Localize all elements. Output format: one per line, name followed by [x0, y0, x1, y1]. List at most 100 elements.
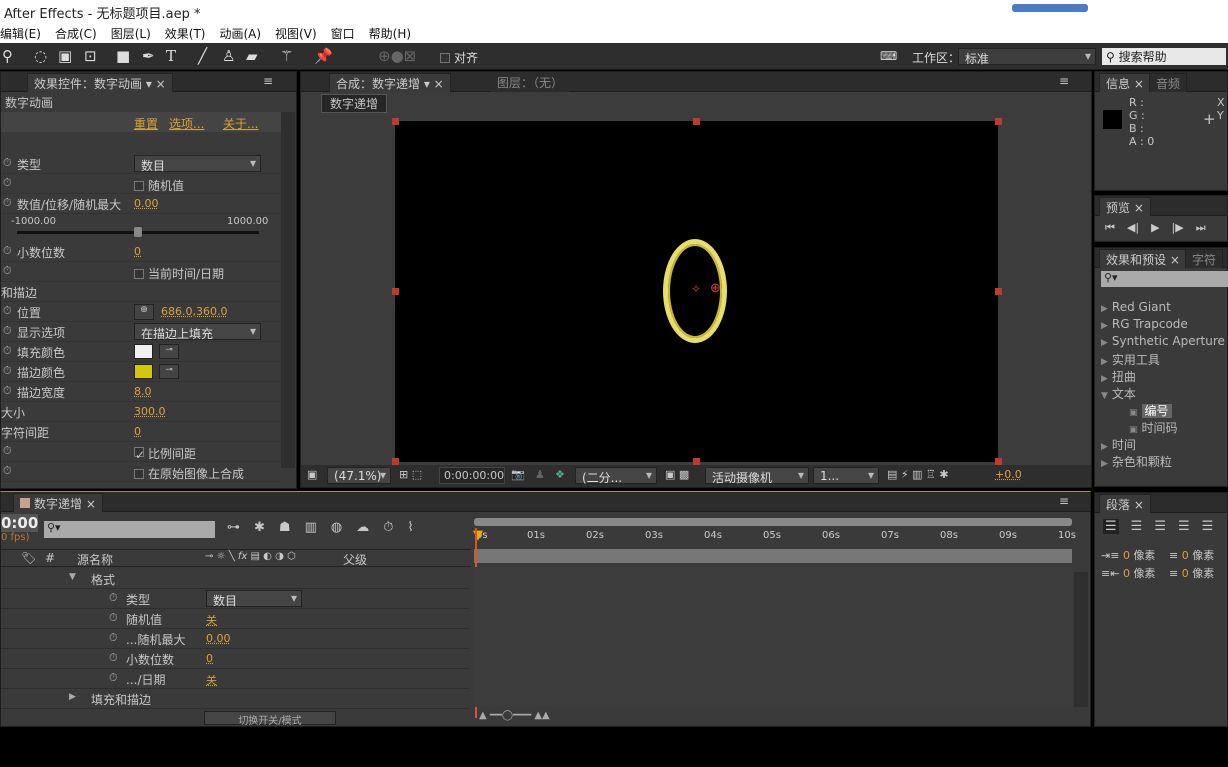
property-value[interactable]: 关	[206, 612, 217, 628]
window-controls[interactable]	[1012, 4, 1088, 12]
stopwatch-icon[interactable]: ⏱	[3, 344, 12, 358]
stopwatch-icon[interactable]: ⏱	[3, 244, 12, 258]
menu-view[interactable]: 视图(V)	[275, 25, 317, 43]
camera-select[interactable]: 活动摄像机	[705, 467, 809, 485]
axis-mode-icons[interactable]: ⊕●⊠	[378, 47, 416, 65]
pen-tool-icon[interactable]: ✒	[142, 47, 155, 65]
work-area-bar[interactable]	[474, 518, 1072, 526]
stopwatch-icon[interactable]: ⏱	[109, 591, 118, 605]
brush-tool-icon[interactable]: ╱	[198, 47, 207, 65]
workspace-select[interactable]: 标准	[958, 48, 1096, 66]
property-value[interactable]: 8.0	[134, 385, 152, 398]
snapshot-icon[interactable]: 📷	[511, 468, 525, 481]
puppet-pin-tool-icon[interactable]: 📌	[314, 47, 333, 65]
expand-icon[interactable]: ▶	[1101, 338, 1108, 348]
rectangle-tool-icon[interactable]: ■	[116, 47, 130, 65]
stopwatch-icon[interactable]: ⏱	[109, 611, 118, 625]
help-search-input[interactable]: ⚲ 搜索帮助	[1102, 48, 1226, 65]
property-value[interactable]: 686.0,360.0	[161, 305, 227, 318]
zoom-tool-icon[interactable]: ⚲	[2, 47, 13, 65]
composition-mini-flowchart-icon[interactable]: ⊶	[227, 520, 240, 535]
shy-layers-icon[interactable]: ☗	[279, 520, 291, 535]
stopwatch-icon[interactable]: ⏱	[3, 384, 12, 398]
about-link[interactable]: 关于...	[223, 115, 258, 132]
stopwatch-icon[interactable]: ⏱	[109, 671, 118, 685]
justify-icon[interactable]: ☰	[1178, 519, 1190, 534]
align-right-icon[interactable]: ☰	[1154, 519, 1166, 534]
expand-icon[interactable]: ▶	[1101, 357, 1108, 367]
magnification-select[interactable]: (47.1%)	[327, 467, 391, 484]
edge-handle[interactable]	[693, 458, 700, 465]
stopwatch-icon[interactable]: ⏱	[3, 444, 12, 458]
color-swatch[interactable]	[134, 364, 153, 379]
pan-behind-tool-icon[interactable]: ⊡	[84, 47, 97, 65]
always-preview-icon[interactable]: ▣	[307, 468, 317, 481]
col-parent[interactable]: 父级	[343, 551, 367, 568]
property-dropdown[interactable]: 数目	[206, 590, 302, 608]
effects-tree-item[interactable]: ▶ 杂色和颗粒	[1095, 453, 1228, 470]
value-slider[interactable]: -1000.00 1000.00	[1, 214, 281, 238]
eyedropper-icon[interactable]: ⊸	[159, 344, 179, 359]
effects-search-input[interactable]: ⚲▾	[1101, 271, 1228, 287]
graph-editor-icon[interactable]: ⌇	[407, 520, 413, 535]
channel-icon[interactable]: ❖	[555, 468, 565, 481]
effects-tree-item[interactable]: ▼ 文本	[1095, 385, 1228, 402]
view-layout-select[interactable]: 1...	[813, 467, 879, 484]
layer-search-input[interactable]: ⚲▾	[44, 521, 215, 538]
tab-timeline[interactable]: 数字递增 ×	[13, 493, 103, 512]
resolution-select[interactable]: (二分...	[575, 467, 657, 485]
rotate-tool-icon[interactable]: ◌	[34, 47, 47, 65]
clone-stamp-tool-icon[interactable]: ♙	[222, 47, 235, 65]
eraser-tool-icon[interactable]: ▰	[246, 47, 258, 65]
next-frame-icon[interactable]: |▶	[1172, 221, 1184, 235]
view-options-icons[interactable]: ▤ ⚡ ▥ ♖ ✱	[887, 468, 949, 481]
roto-brush-tool-icon[interactable]: ⚚	[280, 47, 293, 65]
eyedropper-icon[interactable]: ⊸	[159, 364, 179, 379]
property-checkbox[interactable]: 当前时间/日期	[134, 265, 224, 282]
layer-duration-bar[interactable]	[474, 549, 1072, 563]
stopwatch-icon[interactable]: ⏱	[3, 196, 12, 210]
time-ruler[interactable]: 0s 01s 02s 03s 04s 05s 06s 07s 08s 09s 10s	[474, 530, 1076, 546]
grid-icon[interactable]: ⊞ ⬚	[399, 468, 422, 481]
slider-thumb[interactable]	[134, 227, 142, 237]
property-value[interactable]: 0	[134, 245, 141, 258]
expand-open-icon[interactable]: ▼	[1101, 391, 1108, 401]
tab-paragraph[interactable]: 段落 ×	[1099, 494, 1151, 513]
options-link[interactable]: 选项...	[169, 115, 204, 132]
position-crosshair-button[interactable]: ⊕	[134, 304, 154, 320]
edge-handle[interactable]	[392, 288, 399, 295]
camera-tool-icon[interactable]: ▣	[58, 47, 72, 65]
effects-tree-item[interactable]: ▶ RG Trapcode	[1095, 317, 1228, 334]
stopwatch-icon[interactable]: ⏱	[109, 651, 118, 665]
tab-preview[interactable]: 预览 ×	[1099, 197, 1151, 216]
tab-effect-controls[interactable]: 效果控件：数字动画 ▾ ×	[27, 73, 173, 92]
color-swatch[interactable]	[134, 344, 153, 359]
expand-icon[interactable]: ▶	[1101, 442, 1108, 452]
panel-menu-icon[interactable]: ≡	[1059, 494, 1069, 508]
tab-audio[interactable]: 音频	[1149, 73, 1188, 92]
property-value[interactable]: 0	[206, 652, 213, 665]
stopwatch-icon[interactable]: ⏱	[3, 176, 12, 190]
auto-keyframe-icon[interactable]: ⏱	[383, 520, 393, 535]
stopwatch-icon[interactable]: ⏱	[109, 631, 118, 645]
menu-window[interactable]: 窗口	[331, 25, 355, 43]
panel-menu-icon[interactable]: ≡	[1059, 74, 1069, 88]
property-checkbox[interactable]: ✓ 比例间距	[134, 445, 196, 462]
property-dropdown[interactable]: 数目	[134, 155, 261, 173]
show-snapshot-icon[interactable]: ♟	[535, 468, 545, 481]
effects-tree-item[interactable]: ▶ 时间	[1095, 436, 1228, 453]
exposure-value[interactable]: +0.0	[995, 468, 1022, 481]
property-value[interactable]: 0.00	[134, 197, 159, 210]
align-center-icon[interactable]: ☰	[1131, 519, 1143, 534]
viewer-canvas[interactable]: 0 ✧ ⊕	[395, 121, 998, 462]
menu-help[interactable]: 帮助(H)	[369, 25, 411, 43]
property-checkbox[interactable]: 在原始图像上合成	[134, 465, 244, 482]
property-value[interactable]: 关	[206, 672, 217, 688]
stopwatch-icon[interactable]: ⏱	[3, 364, 12, 378]
property-value[interactable]: 0.00	[206, 632, 231, 645]
property-dropdown[interactable]: 在描边上填充	[134, 323, 261, 341]
expand-icon[interactable]: ▶	[1101, 374, 1108, 384]
toggle-switches-modes-button[interactable]: 切换开关/模式	[204, 711, 336, 727]
first-frame-icon[interactable]: ⏮	[1105, 221, 1115, 235]
edge-handle[interactable]	[995, 288, 1002, 295]
